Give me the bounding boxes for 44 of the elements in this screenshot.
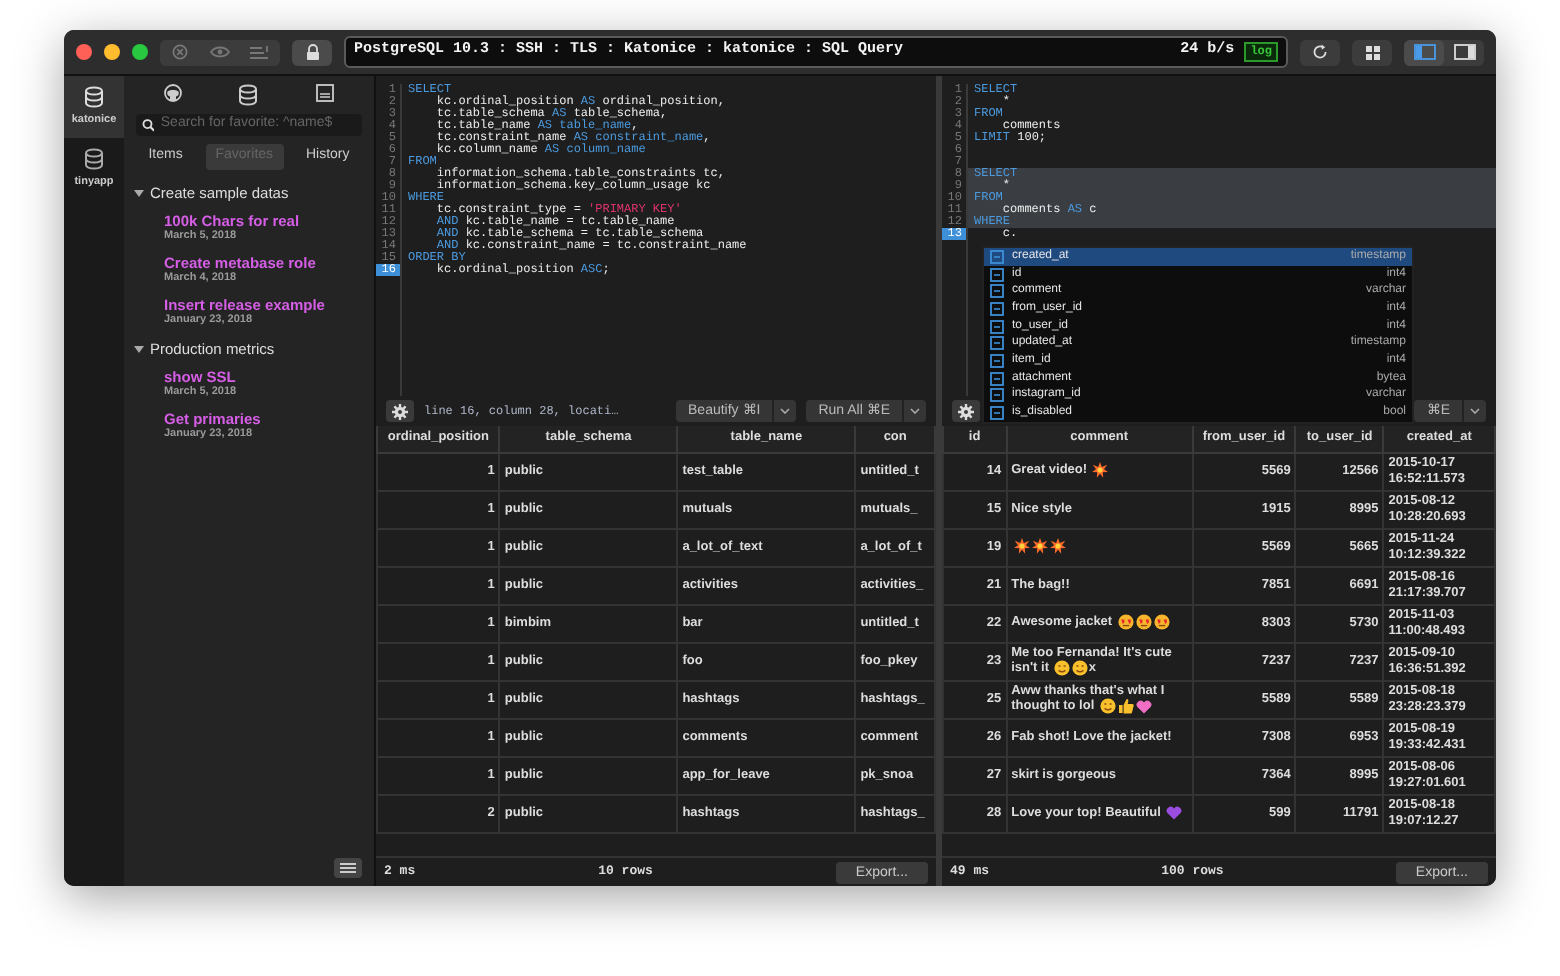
settings-button[interactable]	[952, 400, 980, 422]
burst-icon	[1049, 538, 1066, 555]
dropdown-button[interactable]	[902, 400, 926, 422]
eye-icon	[210, 46, 230, 58]
caret-icon	[780, 408, 791, 414]
smiling-emoji-icon	[1072, 660, 1089, 677]
heart-eyes-emoji-icon	[1117, 614, 1134, 631]
sql-file-icon	[315, 84, 334, 102]
caret-icon	[1470, 408, 1480, 414]
search-icon	[142, 118, 155, 132]
dropdown-button[interactable]	[1462, 400, 1486, 422]
refresh-icon	[1312, 44, 1328, 60]
heart-eyes-emoji-icon	[1135, 614, 1152, 631]
menu-button[interactable]	[334, 858, 362, 878]
heart-eyes-emoji-icon	[1153, 614, 1170, 631]
smiling-emoji-icon	[1054, 660, 1071, 677]
left-panel-toggle[interactable]	[1404, 39, 1444, 65]
list-icon	[250, 45, 270, 59]
stop-icon	[172, 44, 188, 60]
database-icon	[84, 85, 104, 108]
gear-icon	[958, 403, 974, 419]
burst-icon	[1013, 538, 1030, 555]
smiling-emoji-icon	[1099, 698, 1116, 715]
thumbs-up-icon	[1117, 698, 1134, 715]
grid-button[interactable]	[1352, 39, 1392, 65]
expanded-triangle-icon[interactable]	[134, 187, 144, 198]
column-icon	[990, 249, 1004, 264]
lock-button[interactable]	[292, 39, 332, 65]
caret-icon	[910, 408, 920, 414]
panel-icon	[1453, 44, 1475, 60]
column-icon	[990, 406, 1004, 421]
refresh-button[interactable]	[1300, 39, 1340, 65]
settings-button[interactable]	[386, 400, 414, 422]
expanded-triangle-icon[interactable]	[134, 343, 144, 354]
burst-icon	[1031, 538, 1048, 555]
dropdown-button[interactable]	[772, 400, 797, 422]
gear-icon	[392, 403, 408, 419]
grid-icon	[1365, 45, 1379, 59]
database-icon	[238, 84, 259, 106]
panel-icon	[1413, 44, 1435, 60]
database-icon	[84, 147, 104, 170]
burst-icon	[1092, 462, 1109, 479]
lock-icon	[305, 44, 319, 60]
menu-icon	[340, 862, 356, 874]
